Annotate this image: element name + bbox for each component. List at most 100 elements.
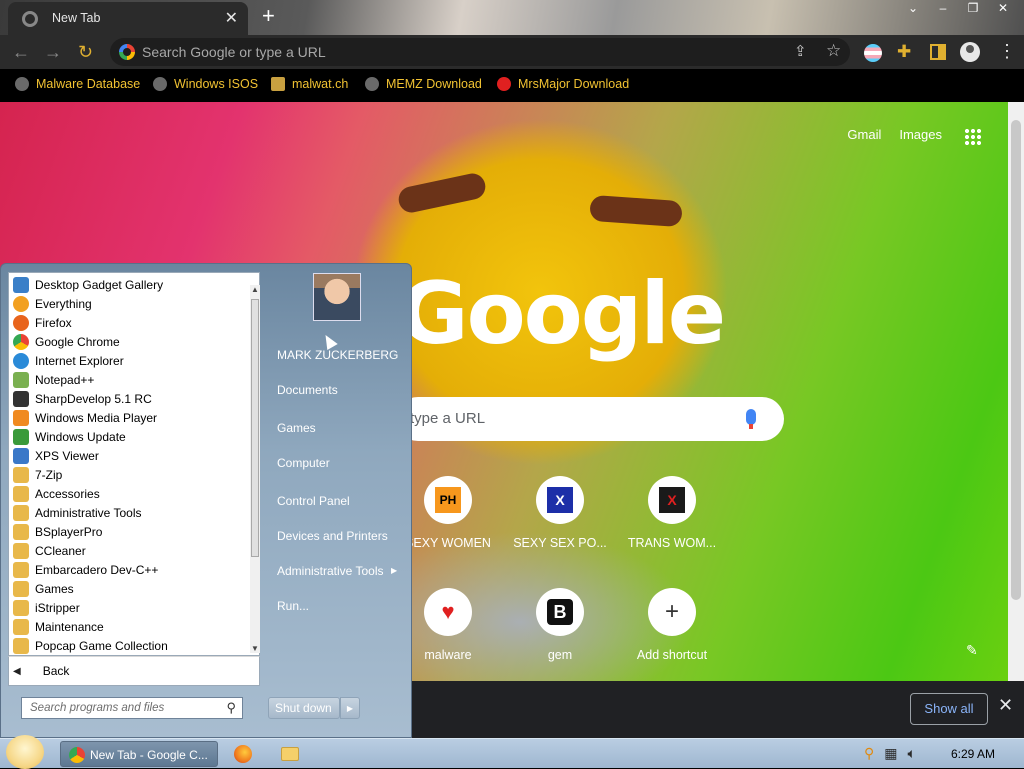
shortcut-sexy-sex-po[interactable]: X SEXY SEX PO... — [504, 476, 616, 572]
gmail-link[interactable]: Gmail — [847, 127, 881, 142]
page-scrollbar[interactable] — [1008, 102, 1024, 681]
side-panel-icon[interactable] — [930, 44, 946, 60]
volume-icon[interactable]: 🔈︎ — [908, 745, 916, 762]
shortcut-trans-wom[interactable]: X TRANS WOM... — [616, 476, 728, 572]
list-item[interactable]: Firefox — [13, 313, 72, 332]
search-programs-input[interactable]: Search programs and files ⚲ — [21, 697, 243, 719]
start-button[interactable] — [6, 735, 44, 769]
control-panel-link[interactable]: Control Panel — [277, 494, 350, 508]
program-list-scrollbar[interactable]: ▲ ▼ — [250, 285, 260, 653]
profile-flag-icon[interactable] — [864, 44, 882, 62]
add-shortcut[interactable]: + Add shortcut — [616, 588, 728, 681]
new-tab-button[interactable]: + — [262, 4, 275, 28]
explorer-folder-icon[interactable] — [281, 747, 299, 761]
close-tab-icon[interactable]: ✕ — [225, 8, 238, 28]
list-item[interactable]: Accessories — [13, 484, 100, 503]
games-link[interactable]: Games — [277, 421, 316, 435]
close-icon[interactable]: ✕ — [998, 695, 1013, 716]
taskbar-chrome-button[interactable]: New Tab - Google C... — [60, 741, 218, 767]
show-all-button[interactable]: Show all — [910, 693, 988, 725]
list-item[interactable]: XPS Viewer — [13, 446, 99, 465]
windows-update-icon — [13, 428, 29, 445]
user-avatar[interactable] — [313, 273, 361, 321]
globe-icon — [153, 77, 167, 91]
shut-down-options-button[interactable]: ▶ — [340, 697, 360, 719]
browser-tab[interactable]: New Tab ✕ — [8, 2, 248, 35]
globe-icon — [15, 77, 29, 91]
list-item[interactable]: Maintenance — [13, 617, 104, 636]
program-label: 7-Zip — [35, 467, 63, 482]
forward-arrow-icon[interactable]: → — [44, 41, 62, 63]
chevron-down-icon[interactable]: ⌄ — [900, 0, 926, 16]
bookmark-malware-database[interactable]: Malware Database — [15, 77, 140, 91]
firefox-icon — [13, 314, 29, 331]
bookmark-windows-isos[interactable]: Windows ISOS — [153, 77, 258, 91]
shortcut-icon: + — [648, 588, 696, 636]
search-tray-icon[interactable]: ⚲ — [864, 745, 874, 762]
shortcut-label: gem — [547, 648, 573, 662]
list-item[interactable]: 7-Zip — [13, 465, 62, 484]
program-label: Maintenance — [35, 619, 104, 634]
start-menu-right-pane: MARK ZUCKERBERG Documents Games Computer… — [263, 264, 411, 739]
images-link[interactable]: Images — [899, 127, 942, 142]
list-item[interactable]: Windows Update — [13, 427, 126, 446]
customize-pencil-icon[interactable]: ✎ — [966, 642, 978, 659]
scroll-up-icon[interactable]: ▲ — [251, 285, 259, 294]
search-icon[interactable]: ⚲ — [226, 700, 236, 716]
back-button[interactable]: ◀ Back — [13, 662, 69, 680]
program-label: Desktop Gadget Gallery — [35, 277, 164, 292]
x-icon: X — [547, 487, 573, 513]
microphone-icon[interactable] — [746, 409, 756, 429]
apps-grid-icon[interactable] — [964, 128, 981, 145]
administrative-tools-link[interactable]: Administrative Tools — [277, 564, 384, 578]
network-icon[interactable]: ▦ — [884, 745, 897, 762]
bookmark-memz-download[interactable]: MEMZ Download — [365, 77, 482, 91]
documents-link[interactable]: Documents — [277, 383, 338, 397]
close-window-button[interactable]: ✕ — [990, 0, 1016, 16]
share-icon[interactable]: ⇪ — [794, 42, 807, 60]
list-item[interactable]: Embarcadero Dev-C++ — [13, 560, 158, 579]
program-label: Notepad++ — [35, 372, 95, 387]
minimize-button[interactable]: – — [930, 0, 956, 16]
folder-icon — [13, 504, 29, 521]
list-item[interactable]: Administrative Tools — [13, 503, 142, 522]
list-item[interactable]: Desktop Gadget Gallery — [13, 275, 163, 294]
search-box[interactable]: type a URL — [396, 397, 784, 441]
list-item[interactable]: Everything — [13, 294, 92, 313]
user-name-link[interactable]: MARK ZUCKERBERG — [277, 348, 398, 362]
menu-kebab-icon[interactable]: ⋮ — [998, 40, 1016, 62]
list-item[interactable]: Google Chrome — [13, 332, 120, 351]
list-item[interactable]: Internet Explorer — [13, 351, 124, 370]
scrollbar-thumb[interactable] — [251, 299, 259, 557]
list-item[interactable]: BSplayerPro — [13, 522, 102, 541]
computer-link[interactable]: Computer — [277, 456, 330, 470]
bookmark-mrsmajor-download[interactable]: MrsMajor Download — [497, 77, 629, 91]
bookmark-malwatch[interactable]: malwat.ch — [271, 77, 348, 91]
scrollbar-thumb[interactable] — [1011, 120, 1021, 600]
bookmark-label: Windows ISOS — [174, 77, 259, 91]
list-item[interactable]: Games — [13, 579, 74, 598]
list-item[interactable]: Popcap Game Collection — [13, 636, 168, 655]
reload-icon[interactable]: ↻ — [78, 41, 93, 63]
list-item[interactable]: SharpDevelop 5.1 RC — [13, 389, 152, 408]
shortcut-gem[interactable]: B gem — [504, 588, 616, 681]
list-item[interactable]: CCleaner — [13, 541, 86, 560]
list-item[interactable]: Notepad++ — [13, 370, 94, 389]
firefox-taskbar-icon[interactable] — [234, 745, 252, 763]
clock[interactable]: 6:29 AM — [951, 747, 995, 761]
restore-button[interactable]: ❐ — [960, 0, 986, 16]
list-item[interactable]: iStripper — [13, 598, 80, 617]
back-arrow-icon[interactable]: ← — [12, 41, 30, 63]
address-bar[interactable]: Search Google or type a URL ⇪ ☆ — [110, 38, 850, 66]
profile-avatar-icon[interactable] — [960, 42, 980, 62]
run-link[interactable]: Run... — [277, 599, 309, 613]
list-item[interactable]: Windows Media Player — [13, 408, 157, 427]
bookmark-star-icon[interactable]: ☆ — [826, 41, 841, 61]
shut-down-button[interactable]: Shut down — [268, 697, 340, 719]
extensions-puzzle-icon[interactable]: ✚ — [897, 42, 911, 62]
scroll-down-icon[interactable]: ▼ — [251, 644, 259, 653]
shortcut-label: TRANS WOM... — [627, 536, 717, 550]
system-tray: ⚲ ▦ 🔈︎ — [864, 745, 916, 762]
chrome-tab-icon — [22, 11, 38, 27]
devices-printers-link[interactable]: Devices and Printers — [277, 529, 388, 543]
